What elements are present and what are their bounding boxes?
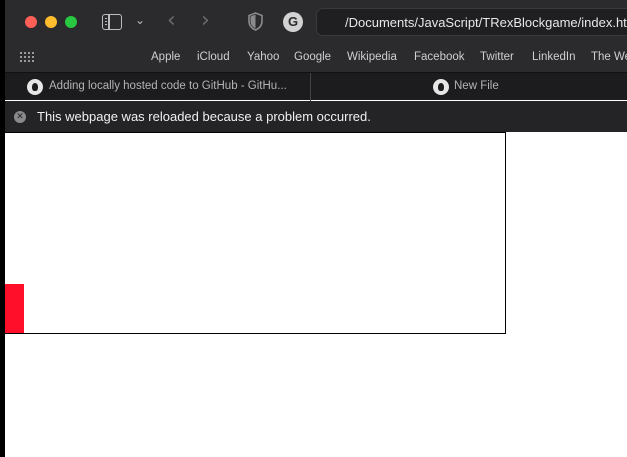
favorite-wikipedia[interactable]: Wikipedia <box>347 51 397 63</box>
github-icon <box>433 79 449 95</box>
address-bar[interactable]: /Documents/JavaScript/TRexBlockgame/inde… <box>316 8 627 36</box>
tab-github-guide[interactable]: Adding locally hosted code to GitHub - G… <box>5 73 311 101</box>
favorite-twitter[interactable]: Twitter <box>480 51 514 63</box>
banner-message: This webpage was reloaded because a prob… <box>37 109 371 124</box>
browser-toolbar: ⌄ ‹ › G /Documents/JavaScript/TRexBlockg… <box>5 0 627 44</box>
extension-icon[interactable]: G <box>283 12 303 32</box>
page-content <box>5 132 627 457</box>
forward-button[interactable]: › <box>201 8 210 33</box>
tab-label: New File <box>454 80 499 92</box>
close-icon[interactable]: ✕ <box>14 111 26 123</box>
tab-bar: Adding locally hosted code to GitHub - G… <box>5 72 627 101</box>
address-bar-url: /Documents/JavaScript/TRexBlockgame/inde… <box>345 15 627 30</box>
grid-icon[interactable] <box>20 52 34 62</box>
tab-label: Adding locally hosted code to GitHub - G… <box>49 80 287 92</box>
tab-new-file[interactable]: New File <box>312 73 627 101</box>
github-icon <box>27 79 43 95</box>
zoom-window-button[interactable] <box>65 16 77 28</box>
favorite-yahoo[interactable]: Yahoo <box>247 51 279 63</box>
game-canvas[interactable] <box>5 132 506 334</box>
favorites-bar: Apple iCloud Yahoo Google Wikipedia Face… <box>5 44 627 72</box>
favorite-linkedin[interactable]: LinkedIn <box>532 51 575 63</box>
favorite-google[interactable]: Google <box>294 51 331 63</box>
close-window-button[interactable] <box>25 16 37 28</box>
browser-window: ⌄ ‹ › G /Documents/JavaScript/TRexBlockg… <box>5 0 627 457</box>
sidebar-toggle-icon[interactable] <box>102 14 122 30</box>
reload-warning-banner: ✕ This webpage was reloaded because a pr… <box>5 101 627 132</box>
privacy-shield-icon[interactable] <box>248 12 263 31</box>
player-block <box>5 284 24 333</box>
minimize-window-button[interactable] <box>45 16 57 28</box>
back-button[interactable]: ‹ <box>167 8 176 33</box>
favorite-weather[interactable]: The Weather Channel <box>591 51 627 63</box>
favorite-apple[interactable]: Apple <box>151 51 180 63</box>
chevron-down-icon[interactable]: ⌄ <box>135 13 145 27</box>
favorite-icloud[interactable]: iCloud <box>197 51 230 63</box>
favorite-facebook[interactable]: Facebook <box>414 51 465 63</box>
